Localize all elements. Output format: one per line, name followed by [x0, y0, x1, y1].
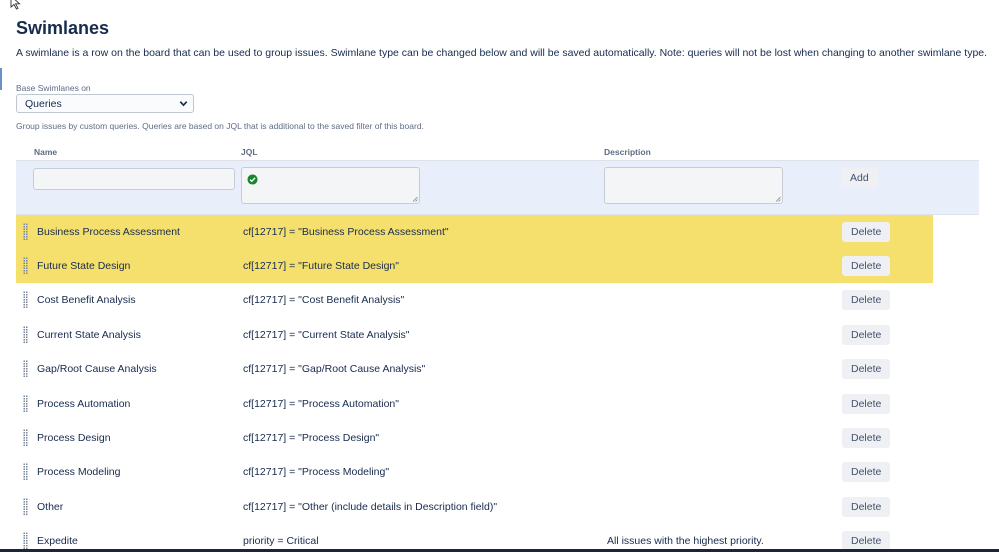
- resize-handle-icon[interactable]: [412, 196, 418, 202]
- table-row[interactable]: Process Design cf[12717] = "Process Desig…: [16, 421, 979, 455]
- column-header-name: Name: [34, 147, 58, 157]
- swimlane-name: Expedite: [37, 535, 78, 548]
- column-header-description: Description: [604, 147, 651, 157]
- swimlane-description: All issues with the highest priority.: [607, 535, 764, 548]
- swimlane-jql: cf[12717] = "Business Process Assessment…: [243, 225, 449, 238]
- swimlane-name: Business Process Assessment: [37, 225, 180, 238]
- table-row[interactable]: Other cf[12717] = "Other (include details…: [16, 490, 979, 524]
- swimlane-jql: cf[12717] = "Future State Design": [243, 259, 400, 272]
- drag-handle-icon[interactable]: [23, 222, 28, 240]
- delete-button[interactable]: Delete: [842, 427, 891, 448]
- swimlane-name: Process Automation: [37, 397, 131, 410]
- swimlane-jql: cf[12717] = "Process Design": [243, 431, 380, 444]
- delete-button[interactable]: Delete: [842, 359, 891, 380]
- table-row[interactable]: Business Process Assessment cf[12717] = "…: [16, 214, 933, 249]
- check-circle-icon: [247, 174, 258, 185]
- column-header-jql: JQL: [241, 147, 258, 157]
- delete-button[interactable]: Delete: [842, 393, 891, 414]
- delete-button[interactable]: Delete: [842, 221, 891, 242]
- swimlane-name: Cost Benefit Analysis: [37, 294, 136, 307]
- mouse-pointer-icon: [10, 0, 21, 10]
- table-row[interactable]: Process Automation cf[12717] = "Process A…: [16, 387, 979, 421]
- add-swimlane-row: Add: [16, 161, 979, 215]
- delete-button[interactable]: Delete: [842, 324, 891, 345]
- drag-handle-icon[interactable]: [23, 394, 28, 412]
- swimlane-name: Current State Analysis: [37, 328, 141, 341]
- base-swimlanes-selected: Queries: [25, 97, 62, 110]
- swimlane-name: Gap/Root Cause Analysis: [37, 363, 157, 376]
- chevron-down-icon: [179, 101, 188, 107]
- drag-handle-icon[interactable]: [23, 256, 28, 274]
- delete-button[interactable]: Delete: [842, 255, 891, 276]
- table-row[interactable]: Current State Analysis cf[12717] = "Curre…: [16, 318, 979, 352]
- swimlane-jql: cf[12717] = "Other (include details in D…: [243, 500, 498, 513]
- delete-button[interactable]: Delete: [842, 496, 891, 517]
- drag-handle-icon[interactable]: [23, 463, 28, 481]
- page-title: Swimlanes: [16, 18, 110, 38]
- drag-handle-icon[interactable]: [23, 291, 28, 309]
- table-row[interactable]: Expedite priority = Critical All issues wi…: [16, 524, 979, 552]
- delete-button[interactable]: Delete: [842, 290, 891, 311]
- base-swimlanes-label: Base Swimlanes on: [16, 83, 91, 93]
- drag-handle-icon[interactable]: [23, 325, 28, 343]
- table-row[interactable]: Cost Benefit Analysis cf[12717] = "Cost B…: [16, 283, 979, 317]
- add-button[interactable]: Add: [841, 168, 878, 188]
- intro-text: A swimlane is a row on the board that ca…: [16, 47, 988, 59]
- swimlanes-config-page: Swimlanes A swimlane is a row on the boa…: [0, 0, 999, 552]
- swimlane-jql: cf[12717] = "Process Modeling": [243, 466, 390, 479]
- new-name-input[interactable]: [33, 168, 235, 190]
- swimlane-jql: cf[12717] = "Process Automation": [243, 397, 400, 410]
- drag-handle-icon[interactable]: [23, 497, 28, 515]
- drag-handle-icon[interactable]: [23, 532, 28, 550]
- drag-handle-icon[interactable]: [23, 428, 28, 446]
- table-row[interactable]: Future State Design cf[12717] = "Future S…: [16, 248, 933, 283]
- delete-button[interactable]: Delete: [842, 462, 891, 483]
- base-swimlanes-help: Group issues by custom queries. Queries …: [16, 121, 424, 131]
- swimlane-jql: priority = Critical: [243, 535, 319, 548]
- new-jql-textarea[interactable]: [241, 167, 420, 204]
- drag-handle-icon[interactable]: [23, 360, 28, 378]
- swimlane-name: Process Design: [37, 431, 111, 444]
- table-row[interactable]: Process Modeling cf[12717] = "Process Mod…: [16, 455, 979, 489]
- swimlane-name: Other: [37, 500, 64, 513]
- base-swimlanes-select[interactable]: Queries: [16, 94, 194, 113]
- focus-marker: [0, 68, 2, 90]
- new-description-textarea[interactable]: [604, 167, 783, 204]
- swimlane-name: Process Modeling: [37, 466, 121, 479]
- table-row[interactable]: Gap/Root Cause Analysis cf[12717] = "Gap/…: [16, 352, 979, 386]
- swimlane-jql: cf[12717] = "Cost Benefit Analysis": [243, 294, 405, 307]
- resize-handle-icon[interactable]: [775, 196, 781, 202]
- swimlane-jql: cf[12717] = "Gap/Root Cause Analysis": [243, 363, 426, 376]
- swimlane-name: Future State Design: [37, 259, 131, 272]
- swimlane-jql: cf[12717] = "Current State Analysis": [243, 328, 410, 341]
